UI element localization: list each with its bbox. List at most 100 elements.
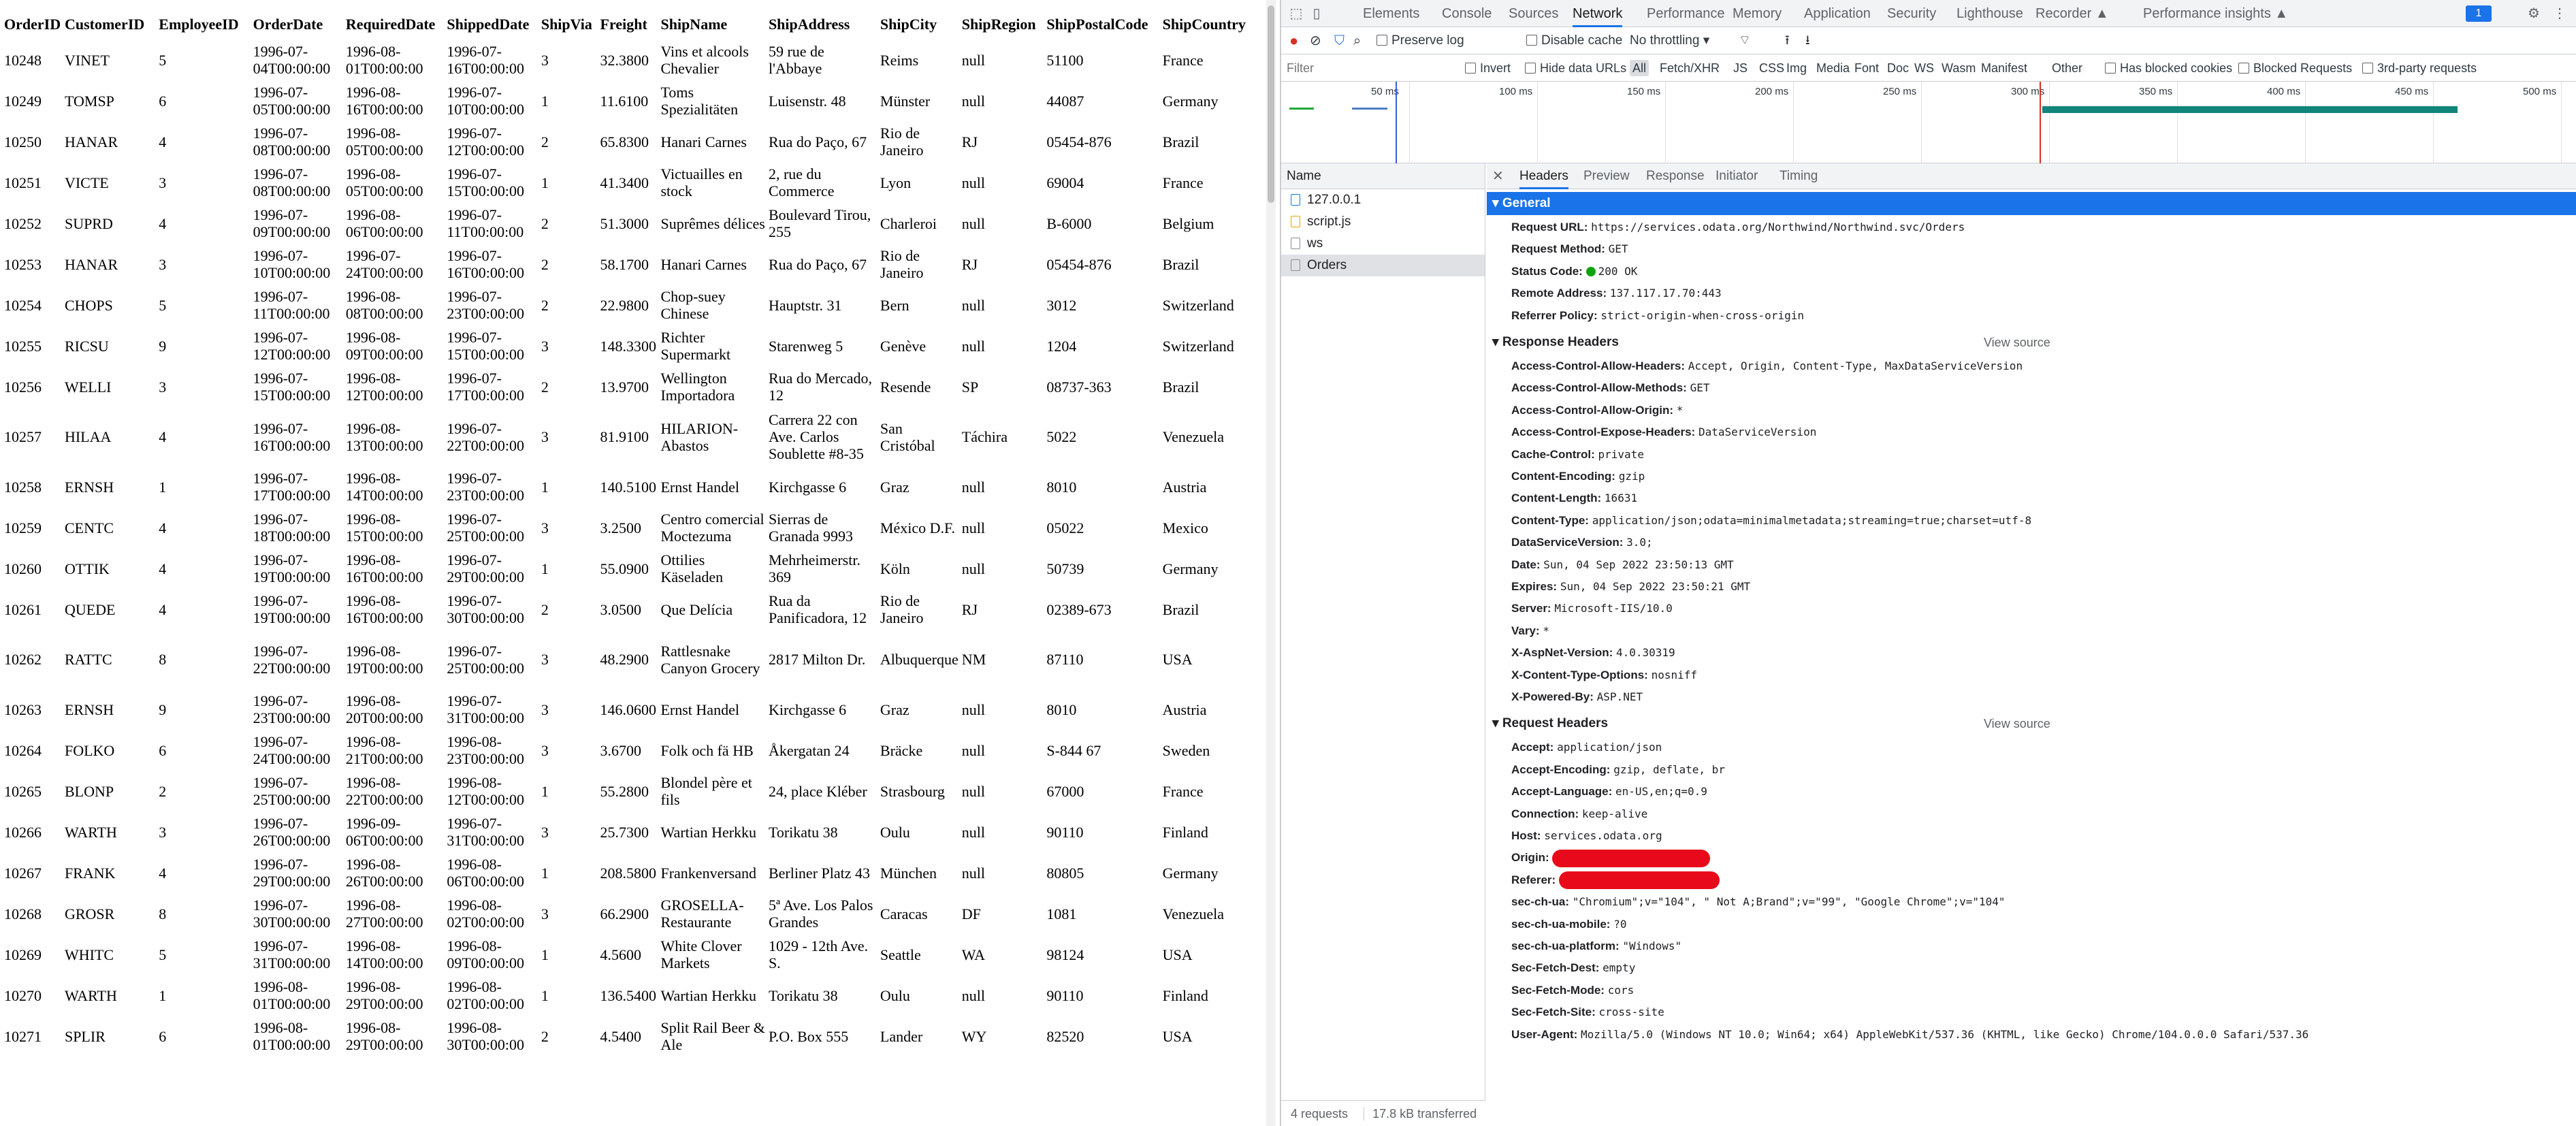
table-cell: 10260	[4, 560, 42, 577]
preserve-log-checkbox[interactable]: Preserve log	[1376, 27, 1464, 54]
table-cell: 208.5800	[600, 864, 657, 882]
table-cell: Rio de Janeiro	[880, 125, 924, 159]
inspect-element-icon[interactable]: ⬚	[1288, 5, 1304, 22]
devtools-tab-network[interactable]: Network	[1573, 0, 1623, 27]
table-cell: 4	[159, 428, 167, 445]
page-scrollbar[interactable]	[1266, 0, 1276, 1126]
devtools-tab-memory[interactable]: Memory	[1733, 0, 1782, 27]
column-header-shipcity[interactable]: ShipCity	[880, 8, 959, 39]
devtools-tab-sources[interactable]: Sources	[1509, 0, 1558, 27]
devtools-tab-console[interactable]: Console	[1442, 0, 1492, 27]
devtools-tab-recorder[interactable]: Recorder ▲	[2035, 0, 2109, 27]
column-header-shipregion[interactable]: ShipRegion	[962, 8, 1044, 39]
filter-type-css[interactable]: CSS	[1756, 60, 1787, 76]
table-cell: 1996-07-04T00:00:00	[253, 43, 331, 77]
filter-type-other[interactable]: Other	[2049, 60, 2085, 76]
request-row[interactable]: ws	[1281, 233, 1485, 255]
detail-tab-response[interactable]: Response	[1646, 163, 1705, 189]
more-options-icon[interactable]: ⋮	[2551, 5, 2568, 22]
filter-type-ws[interactable]: WS	[1912, 60, 1937, 76]
header-value: Microsoft-IIS/10.0	[1554, 602, 1673, 615]
request-list-header[interactable]: Name	[1281, 163, 1485, 189]
export-har-icon[interactable]: ⭳	[1805, 27, 1810, 54]
orders-page: OrderID CustomerID EmployeeID OrderDate Requ…	[0, 0, 1261, 1126]
column-header-shipcountry[interactable]: ShipCountry	[1163, 8, 1257, 39]
filter-type-font[interactable]: Font	[1852, 60, 1882, 76]
filter-type-wasm[interactable]: Wasm	[1939, 60, 1978, 76]
search-icon[interactable]: ⌕	[1353, 27, 1361, 54]
table-cell: 3	[541, 823, 549, 841]
filter-type-doc[interactable]: Doc	[1884, 60, 1912, 76]
table-cell: RATTC	[64, 651, 112, 668]
header-row: Accept-Encoding: gzip, deflate, br	[1511, 759, 1725, 781]
table-cell: 10269	[4, 946, 42, 963]
close-detail-icon[interactable]: ✕	[1492, 163, 1504, 189]
table-cell: Albuquerque	[880, 651, 959, 668]
page-scrollbar-thumb[interactable]	[1268, 5, 1274, 203]
filter-type-media[interactable]: Media	[1814, 60, 1852, 76]
blocked-requests-checkbox[interactable]: Blocked Requests	[2238, 54, 2352, 82]
clear-icon[interactable]: ⊘	[1310, 27, 1321, 54]
devtools-tab-elements[interactable]: Elements	[1363, 0, 1419, 27]
network-conditions-icon[interactable]: ⌔	[1739, 27, 1751, 54]
hide-data-urls-checkbox[interactable]: Hide data URLs	[1525, 54, 1626, 82]
network-overview-timeline[interactable]: 50 ms 100 ms 150 ms 200 ms 250 ms 300 ms 350 m…	[1281, 82, 2576, 163]
column-header-freight[interactable]: Freight	[600, 8, 658, 39]
throttling-select[interactable]: No throttling ▾	[1630, 27, 1709, 54]
devtools-tab-performance-insights[interactable]: Performance insights ▲	[2143, 0, 2288, 27]
filter-type-fetch-xhr[interactable]: Fetch/XHR	[1657, 60, 1722, 76]
import-har-icon[interactable]: ⭱	[1785, 27, 1790, 54]
section-title: Request Headers	[1502, 716, 1609, 731]
devtools-tab-security[interactable]: Security	[1887, 0, 1936, 27]
section-response-headers[interactable]: ▾ Response Headers View source	[1487, 331, 2576, 354]
disable-cache-checkbox[interactable]: Disable cache	[1526, 27, 1622, 54]
transferred-size: 17.8 kB transferred	[1364, 1107, 1477, 1121]
filter-type-manifest[interactable]: Manifest	[1978, 60, 2030, 76]
column-header-shippeddate[interactable]: ShippedDate	[447, 8, 537, 39]
header-value: cross-site	[1598, 1006, 1664, 1019]
devtools-tab-lighthouse[interactable]: Lighthouse	[1957, 0, 2023, 27]
detail-tab-preview[interactable]: Preview	[1583, 163, 1630, 189]
table-cell: Austria	[1162, 478, 1207, 496]
section-request-headers[interactable]: ▾ Request Headers View source	[1487, 712, 2576, 735]
record-icon[interactable]: ●	[1289, 27, 1298, 54]
column-header-employeeid[interactable]: EmployeeID	[159, 8, 249, 39]
table-row: 10251 VICTE 3 1996-07-08T00:00:00 1996-08-05…	[4, 162, 1257, 203]
detail-tab-initiator[interactable]: Initiator	[1716, 163, 1758, 189]
column-header-shipvia[interactable]: ShipVia	[541, 8, 597, 39]
filter-type-img[interactable]: Img	[1784, 60, 1809, 76]
third-party-checkbox[interactable]: 3rd-party requests	[2362, 54, 2477, 82]
devtools-tab-performance[interactable]: Performance	[1647, 0, 1725, 27]
filter-type-js[interactable]: JS	[1730, 60, 1750, 76]
issues-badge[interactable]: 1	[2466, 5, 2492, 22]
column-header-orderdate[interactable]: OrderDate	[253, 8, 342, 39]
detail-tab-headers[interactable]: Headers	[1519, 163, 1568, 189]
table-cell: 3	[159, 174, 167, 191]
column-header-shippostalcode[interactable]: ShipPostalCode	[1046, 8, 1159, 39]
view-source-link[interactable]: View source	[1984, 331, 2050, 354]
request-row[interactable]: 127.0.0.1	[1281, 189, 1485, 211]
request-row[interactable]: script.js	[1281, 211, 1485, 233]
column-header-customerid[interactable]: CustomerID	[65, 8, 155, 39]
filter-input[interactable]	[1287, 59, 1458, 78]
devtools-tab-application[interactable]: Application	[1804, 0, 1871, 27]
invert-checkbox[interactable]: Invert	[1465, 54, 1511, 82]
header-value: GET	[1690, 381, 1710, 395]
table-cell: 1	[541, 986, 549, 1004]
request-row[interactable]: Orders	[1281, 255, 1485, 276]
detail-tab-timing[interactable]: Timing	[1780, 163, 1818, 189]
settings-gear-icon[interactable]: ⚙	[2526, 5, 2542, 22]
section-general[interactable]: ▾ General	[1487, 192, 2576, 215]
has-blocked-cookies-checkbox[interactable]: Has blocked cookies	[2105, 54, 2232, 82]
view-source-link[interactable]: View source	[1984, 712, 2050, 735]
column-header-shipname[interactable]: ShipName	[660, 8, 764, 39]
table-cell: Berliner Platz 43	[768, 864, 871, 882]
filter-icon[interactable]: ⛉	[1334, 27, 1345, 54]
column-header-requireddate[interactable]: RequiredDate	[346, 8, 444, 39]
column-header-shipaddress[interactable]: ShipAddress	[769, 8, 877, 39]
filter-type-all[interactable]: All	[1630, 60, 1649, 76]
table-cell: Finland	[1162, 823, 1208, 841]
column-header-orderid[interactable]: OrderID	[4, 8, 61, 39]
table-cell: 9	[159, 337, 167, 355]
device-toolbar-icon[interactable]: ▯	[1308, 5, 1325, 22]
